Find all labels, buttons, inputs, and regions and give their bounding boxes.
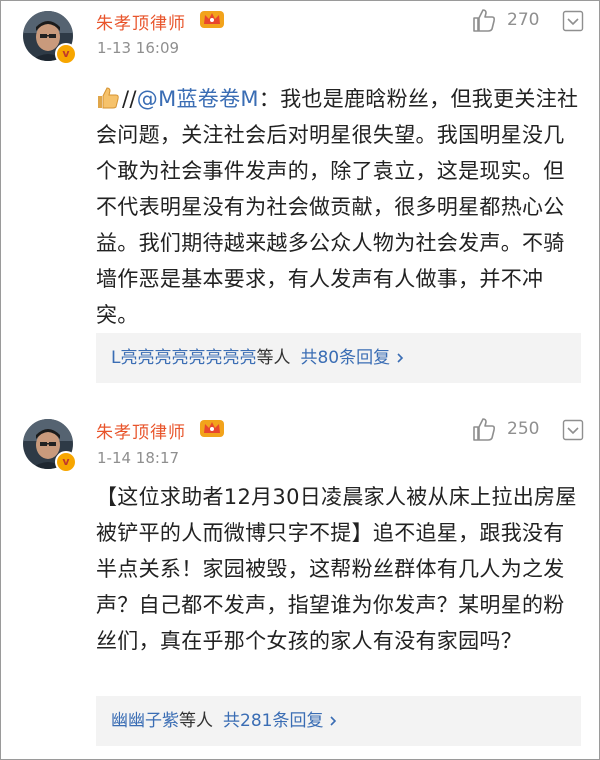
reply-count[interactable]: 共80条回复 xyxy=(300,348,390,368)
replies-link[interactable]: L亮亮亮亮亮亮亮亮等人 共80条回复 xyxy=(96,333,581,383)
reply-mid: 等人 xyxy=(256,348,291,368)
comment-time: 1-13 16:09 xyxy=(97,39,180,57)
thumbs-up-icon[interactable] xyxy=(471,7,497,33)
comment-text: //@M蓝卷卷M：我也是鹿晗粉丝，但我更关注社会问题，关注社会后对明星很失望。我… xyxy=(96,81,581,333)
thumbs-up-emoji-icon xyxy=(98,87,119,109)
chevron-down-icon[interactable] xyxy=(562,10,584,32)
avatar[interactable]: v xyxy=(23,419,77,473)
reply-users[interactable]: 幽幽子紫 xyxy=(111,711,179,731)
mention-link[interactable]: @M蓝卷卷M xyxy=(137,87,259,111)
chevron-right-icon xyxy=(330,716,337,726)
like-count: 270 xyxy=(507,10,540,30)
chevron-down-icon[interactable] xyxy=(562,419,584,441)
verified-badge: v xyxy=(55,43,77,65)
reply-mid: 等人 xyxy=(179,711,213,731)
author-name[interactable]: 朱孝顶律师 xyxy=(96,9,186,34)
chevron-right-icon xyxy=(397,353,404,363)
verified-badge: v xyxy=(55,451,77,473)
avatar[interactable]: v xyxy=(23,11,77,65)
crown-icon xyxy=(200,420,224,437)
author-name[interactable]: 朱孝顶律师 xyxy=(96,418,186,443)
comment-text-content: ：我也是鹿晗粉丝，但我更关注社会问题，关注社会后对明星很失望。我国明星没几个敢为… xyxy=(96,87,579,327)
comment-text: 【这位求助者12月30日凌晨家人被从床上拉出房屋被铲平的人而微博只字不提】追不追… xyxy=(96,485,577,653)
comment-time: 1-14 18:17 xyxy=(97,449,180,467)
comment-item: v 朱孝顶律师 1-14 18:17 250 【这位求助者12月30日凌晨家人被… xyxy=(1,394,599,759)
thumbs-up-icon[interactable] xyxy=(471,416,497,442)
replies-link[interactable]: 幽幽子紫等人 共281条回复 xyxy=(96,696,581,746)
crown-icon xyxy=(200,11,224,28)
comment-item: v 朱孝顶律师 1-13 16:09 270 //@M蓝卷卷M：我也是鹿晗粉丝，… xyxy=(1,1,599,394)
reply-users[interactable]: L亮亮亮亮亮亮亮亮 xyxy=(111,348,256,368)
reply-count[interactable]: 共281条回复 xyxy=(223,711,323,731)
comment-list: v 朱孝顶律师 1-13 16:09 270 //@M蓝卷卷M：我也是鹿晗粉丝，… xyxy=(0,0,600,760)
quote-prefix: // xyxy=(122,87,137,111)
like-count: 250 xyxy=(507,419,540,439)
